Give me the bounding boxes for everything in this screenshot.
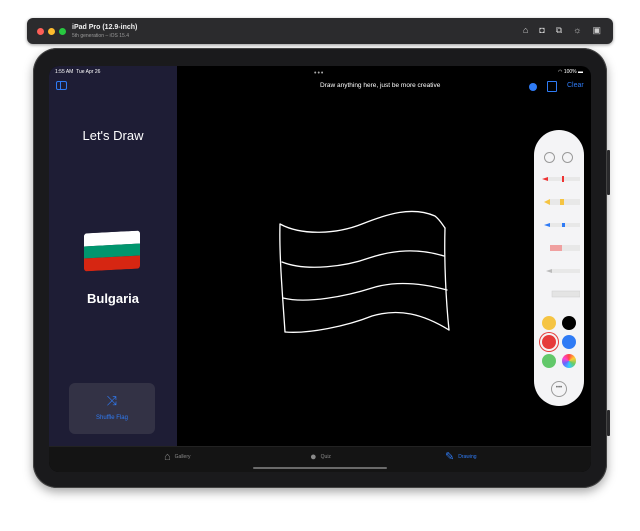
bulgaria-flag-image [84, 230, 140, 272]
drawing-prompt: Draw anything here, just be more creativ… [320, 82, 441, 89]
tab-drawing-label: Drawing [458, 454, 477, 460]
home-indicator[interactable] [253, 467, 387, 469]
color-blue[interactable] [562, 335, 576, 349]
marker-tool[interactable] [538, 197, 580, 207]
color-wheel-icon[interactable] [562, 354, 576, 368]
color-black[interactable] [562, 316, 576, 330]
lightbulb-icon: ● [310, 451, 317, 463]
tab-drawing[interactable]: ✎ Drawing [445, 451, 477, 463]
drawing-canvas[interactable] [277, 206, 457, 336]
status-battery: ◠ 100% ▬ [558, 69, 583, 75]
pencil-tool-icon[interactable] [529, 83, 537, 91]
tool-palette: ••• [534, 130, 584, 406]
tab-gallery-label: Gallery [174, 454, 191, 460]
device-subtitle: 5th generation – iOS 15.4 [72, 33, 129, 39]
ipad-screen: 1:55 AM Tue Apr 26 Let's Draw Bulgaria ⤨… [49, 66, 591, 472]
status-time: 1:55 AM Tue Apr 26 [55, 69, 101, 75]
flag-right-edge [444, 227, 450, 331]
lasso-tool[interactable] [538, 266, 580, 276]
color-green[interactable] [542, 354, 556, 368]
page-title: Let's Draw [82, 128, 144, 143]
device-name: iPad Pro (12.9-inch) [72, 24, 138, 31]
flag-left-edge [279, 223, 286, 333]
tab-quiz-label: Quiz [320, 454, 331, 460]
pencil-scribble-icon: ✎ [445, 451, 455, 463]
appearance-icon[interactable]: ☼ [573, 24, 581, 37]
rotate-icon[interactable]: ⧉ [556, 24, 562, 37]
flag-stripe-line-2 [282, 282, 448, 301]
shuffle-flag-button[interactable]: ⤨ Shuffle Flag [69, 383, 155, 434]
ruler-tool[interactable] [538, 289, 580, 299]
flag-bottom-edge [284, 311, 450, 333]
sidebar-toggle-icon[interactable] [56, 81, 67, 90]
tab-quiz[interactable]: ● Quiz [310, 451, 331, 463]
sidebar: 1:55 AM Tue Apr 26 Let's Draw Bulgaria ⤨… [49, 66, 177, 446]
share-icon[interactable] [547, 81, 557, 92]
color-yellow[interactable] [542, 316, 556, 330]
screenshot-icon[interactable]: ◘ [539, 24, 544, 37]
zoom-window-button[interactable] [59, 28, 66, 35]
undo-icon[interactable] [544, 152, 555, 163]
minimize-window-button[interactable] [48, 28, 55, 35]
shuffle-flag-label: Shuffle Flag [96, 415, 128, 421]
clear-button[interactable]: Clear [567, 82, 584, 89]
flag-top-edge [279, 210, 446, 233]
house-icon: ⌂ [164, 451, 171, 463]
multitasking-dots-icon[interactable]: ••• [314, 70, 324, 77]
color-red-selected[interactable] [542, 335, 556, 349]
redo-icon[interactable] [562, 152, 573, 163]
volume-button [607, 150, 610, 195]
simulator-title-bar: iPad Pro (12.9-inch) 5th generation – iO… [27, 18, 613, 44]
menu-icon[interactable]: ▣ [592, 24, 601, 37]
home-icon[interactable]: ⌂ [523, 24, 528, 37]
country-name: Bulgaria [86, 291, 139, 306]
power-button [607, 410, 610, 436]
more-options-icon[interactable]: ••• [551, 381, 567, 397]
shuffle-icon: ⤨ [106, 393, 118, 408]
eraser-tool[interactable] [538, 243, 580, 253]
pen-tool[interactable] [538, 174, 580, 184]
tab-gallery[interactable]: ⌂ Gallery [164, 451, 191, 463]
pencil-tool[interactable] [538, 220, 580, 230]
flag-stripe-line-1 [281, 250, 445, 268]
close-window-button[interactable] [37, 28, 44, 35]
